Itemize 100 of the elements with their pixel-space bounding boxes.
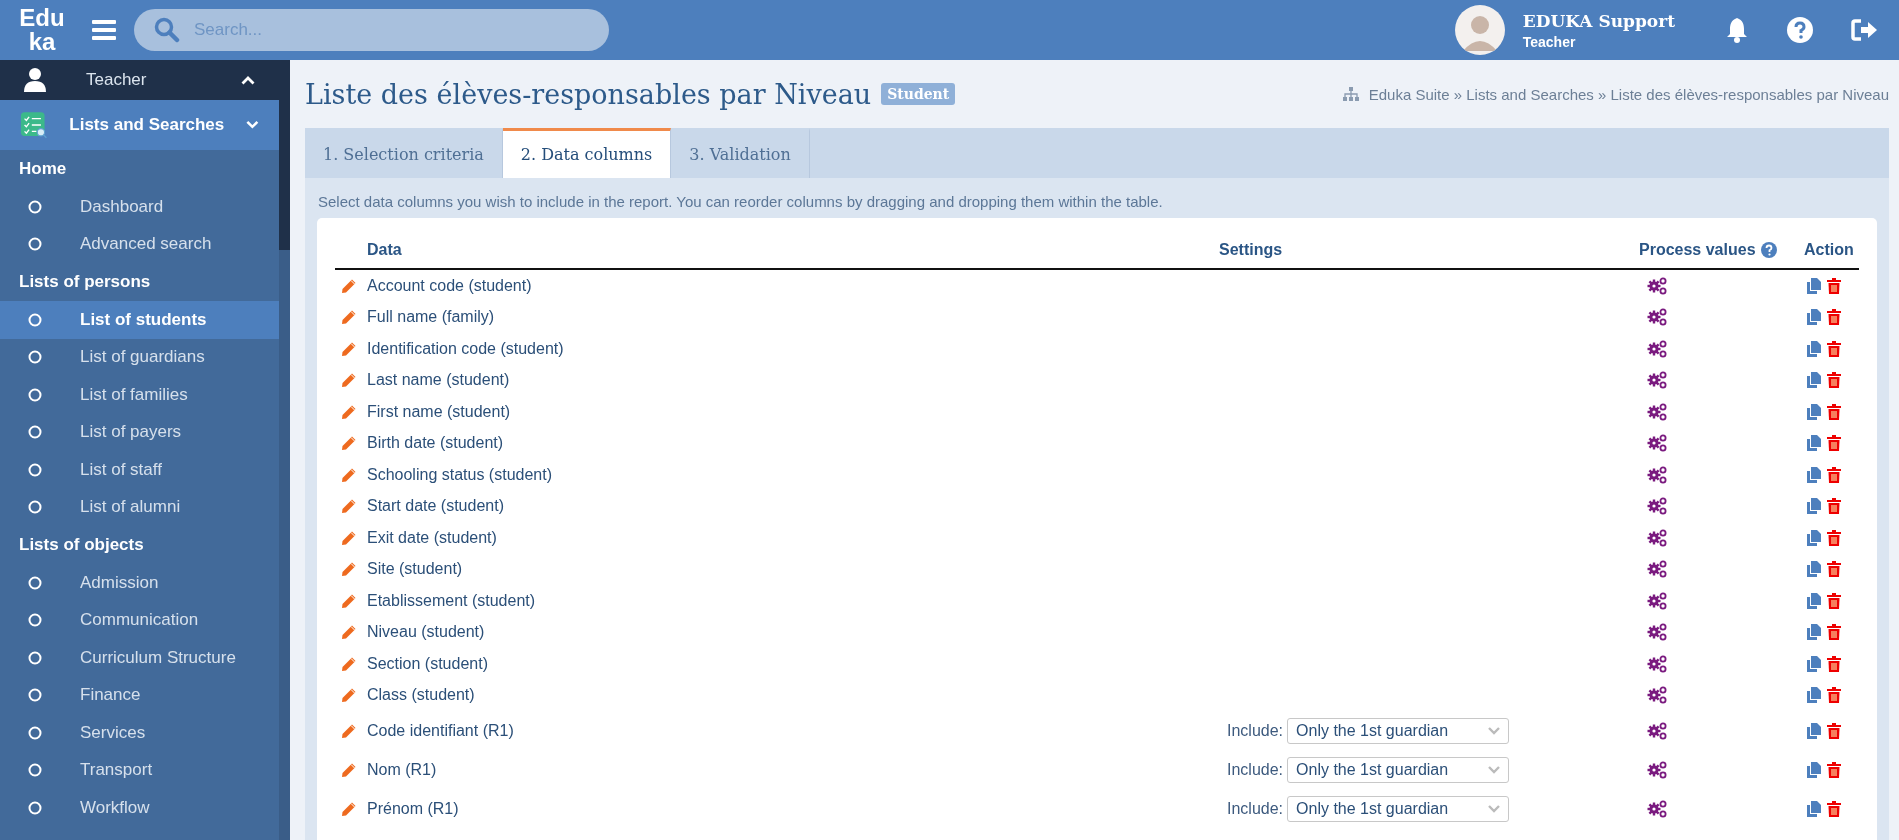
pencil-icon[interactable]: [341, 277, 357, 294]
copy-icon[interactable]: [1807, 466, 1821, 483]
logout-icon[interactable]: [1851, 18, 1879, 42]
copy-icon[interactable]: [1807, 561, 1821, 578]
avatar[interactable]: [1454, 5, 1505, 55]
sidebar-item[interactable]: List of staff: [0, 451, 279, 489]
sidebar-item[interactable]: Advanced search: [0, 225, 279, 263]
copy-icon[interactable]: [1807, 687, 1821, 704]
gears-icon[interactable]: [1647, 339, 1667, 358]
trash-icon[interactable]: [1827, 309, 1841, 326]
trash-icon[interactable]: [1827, 655, 1841, 672]
sidebar-item[interactable]: Workflow: [0, 789, 279, 827]
search-field[interactable]: Search...: [134, 9, 609, 51]
pencil-icon[interactable]: [341, 340, 357, 357]
sidebar-item[interactable]: List of payers: [0, 413, 279, 451]
trash-icon[interactable]: [1827, 687, 1841, 704]
trash-icon[interactable]: [1827, 800, 1841, 817]
include-dropdown[interactable]: Only the 1st guardian: [1287, 795, 1510, 822]
trash-icon[interactable]: [1827, 340, 1841, 357]
gears-icon[interactable]: [1647, 654, 1667, 673]
gears-icon[interactable]: [1647, 686, 1667, 705]
sidebar-item[interactable]: Services: [0, 714, 279, 752]
gears-icon[interactable]: [1647, 591, 1667, 610]
gears-icon[interactable]: [1647, 560, 1667, 579]
pencil-icon[interactable]: [341, 592, 357, 609]
trash-icon[interactable]: [1827, 435, 1841, 452]
pencil-icon[interactable]: [341, 466, 357, 483]
help-icon[interactable]: [1787, 17, 1813, 43]
trash-icon[interactable]: [1827, 561, 1841, 578]
sidebar-item[interactable]: Transport: [0, 751, 279, 789]
include-dropdown[interactable]: Only the 1st guardian: [1287, 756, 1510, 783]
trash-icon[interactable]: [1827, 498, 1841, 515]
sidebar-item[interactable]: List of alumni: [0, 488, 279, 526]
pencil-icon[interactable]: [341, 722, 357, 739]
trash-icon[interactable]: [1827, 761, 1841, 778]
gears-icon[interactable]: [1647, 276, 1667, 295]
pencil-icon[interactable]: [341, 529, 357, 546]
pencil-icon[interactable]: [341, 403, 357, 420]
trash-icon[interactable]: [1827, 722, 1841, 739]
copy-icon[interactable]: [1807, 529, 1821, 546]
copy-icon[interactable]: [1807, 761, 1821, 778]
trash-icon[interactable]: [1827, 277, 1841, 294]
gears-icon[interactable]: [1647, 623, 1667, 642]
copy-icon[interactable]: [1807, 309, 1821, 326]
help-icon[interactable]: [1760, 242, 1777, 258]
gears-icon[interactable]: [1647, 308, 1667, 327]
sidebar-item[interactable]: List of students: [0, 301, 279, 339]
sidebar-user-row[interactable]: Teacher: [0, 60, 279, 100]
pencil-icon[interactable]: [341, 761, 357, 778]
gears-icon[interactable]: [1647, 371, 1667, 390]
pencil-icon[interactable]: [341, 309, 357, 326]
trash-icon[interactable]: [1827, 403, 1841, 420]
copy-icon[interactable]: [1807, 624, 1821, 641]
pencil-icon[interactable]: [341, 655, 357, 672]
trash-icon[interactable]: [1827, 624, 1841, 641]
copy-icon[interactable]: [1807, 435, 1821, 452]
sidebar-item[interactable]: Finance: [0, 676, 279, 714]
copy-icon[interactable]: [1807, 722, 1821, 739]
pencil-icon[interactable]: [341, 435, 357, 452]
tab[interactable]: 3. Validation: [671, 128, 810, 178]
copy-icon[interactable]: [1807, 340, 1821, 357]
sidebar-item[interactable]: Dashboard: [0, 188, 279, 226]
copy-icon[interactable]: [1807, 655, 1821, 672]
pencil-icon[interactable]: [341, 498, 357, 515]
pencil-icon[interactable]: [341, 624, 357, 641]
tab[interactable]: 2. Data columns: [502, 128, 672, 178]
gears-icon[interactable]: [1647, 434, 1667, 453]
trash-icon[interactable]: [1827, 529, 1841, 546]
pencil-icon[interactable]: [341, 687, 357, 704]
sidebar-module[interactable]: Lists and Searches: [0, 100, 279, 150]
sidebar-item[interactable]: List of guardians: [0, 338, 279, 376]
gears-icon[interactable]: [1647, 760, 1667, 779]
trash-icon[interactable]: [1827, 592, 1841, 609]
pencil-icon[interactable]: [341, 800, 357, 817]
copy-icon[interactable]: [1807, 277, 1821, 294]
copy-icon[interactable]: [1807, 800, 1821, 817]
copy-icon[interactable]: [1807, 592, 1821, 609]
gears-icon[interactable]: [1647, 402, 1667, 421]
trash-icon[interactable]: [1827, 372, 1841, 389]
menu-icon[interactable]: [92, 19, 116, 41]
gears-icon[interactable]: [1647, 721, 1667, 740]
pencil-icon[interactable]: [341, 372, 357, 389]
sidebar-item[interactable]: Curriculum Structure: [0, 639, 279, 677]
gears-icon[interactable]: [1647, 799, 1667, 818]
pencil-icon[interactable]: [341, 561, 357, 578]
copy-icon[interactable]: [1807, 372, 1821, 389]
gears-icon[interactable]: [1647, 465, 1667, 484]
tab[interactable]: 1. Selection criteria: [305, 128, 503, 178]
copy-icon[interactable]: [1807, 403, 1821, 420]
gears-icon[interactable]: [1647, 497, 1667, 516]
bell-icon[interactable]: [1725, 17, 1749, 43]
sidebar-item[interactable]: Admission: [0, 564, 279, 602]
logo[interactable]: Edu ka: [12, 6, 72, 54]
copy-icon[interactable]: [1807, 498, 1821, 515]
sidebar-item[interactable]: Communication: [0, 601, 279, 639]
scrollbar[interactable]: [279, 60, 290, 840]
sidebar-item[interactable]: List of families: [0, 376, 279, 414]
include-dropdown[interactable]: Only the 1st guardian: [1287, 717, 1510, 744]
gears-icon[interactable]: [1647, 528, 1667, 547]
trash-icon[interactable]: [1827, 466, 1841, 483]
